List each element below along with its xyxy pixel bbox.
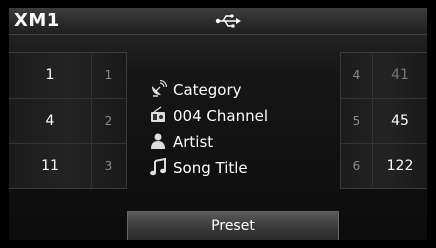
preset-number: 5 — [352, 114, 361, 128]
preset-number: 6 — [352, 159, 361, 173]
song-title-label: Song Title — [173, 159, 248, 177]
preset-channel: 41 — [391, 67, 409, 83]
preset-column-left: 1 1 4 2 11 3 — [9, 52, 127, 189]
artist-label: Artist — [173, 133, 214, 151]
preset-3-button[interactable]: 11 3 — [9, 143, 126, 188]
music-note-icon — [150, 158, 166, 176]
preset-channel: 122 — [386, 158, 414, 174]
radio-screen: XM1 1 1 4 2 11 3 4 41 5 45 6 122 Categor… — [9, 8, 427, 240]
preset-2-button[interactable]: 4 2 — [9, 98, 126, 143]
preset-column-right: 4 41 5 45 6 122 — [340, 52, 427, 189]
radio-icon — [151, 106, 165, 122]
category-label: Category — [173, 81, 242, 99]
preset-channel: 1 — [45, 67, 55, 83]
usb-icon — [215, 14, 241, 28]
preset-channel: 11 — [41, 158, 59, 174]
channel-label: 004 Channel — [173, 107, 268, 125]
band-label: XM1 — [14, 10, 60, 31]
preset-6-button[interactable]: 6 122 — [341, 143, 427, 188]
preset-number: 3 — [104, 159, 113, 173]
preset-button[interactable]: Preset — [127, 211, 339, 240]
preset-4-button[interactable]: 4 41 — [341, 53, 427, 97]
preset-number: 4 — [352, 68, 361, 82]
preset-number: 2 — [104, 114, 113, 128]
person-icon — [151, 133, 165, 149]
preset-channel: 4 — [45, 113, 55, 129]
preset-number: 1 — [104, 68, 113, 82]
preset-5-button[interactable]: 5 45 — [341, 98, 427, 143]
preset-1-button[interactable]: 1 1 — [9, 53, 126, 97]
preset-channel: 45 — [391, 113, 409, 129]
status-bar: XM1 — [9, 8, 427, 35]
satellite-dish-icon — [152, 80, 167, 97]
